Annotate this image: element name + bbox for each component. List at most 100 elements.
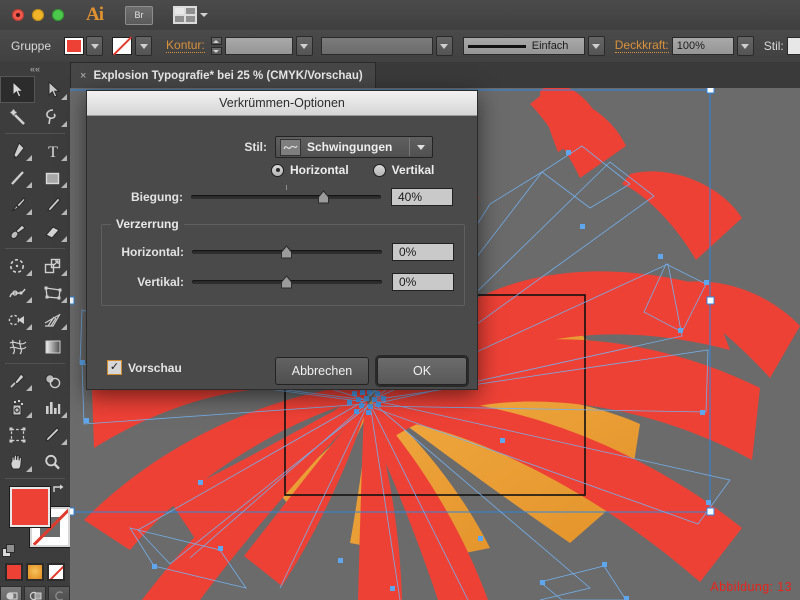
tools-panel-gripper[interactable]: ««: [0, 62, 70, 76]
preview-label: Vorschau: [128, 361, 182, 375]
scale-tool[interactable]: [35, 252, 70, 279]
distortion-horizontal-field[interactable]: 0%: [392, 243, 454, 261]
cancel-button[interactable]: Abbrechen: [275, 357, 369, 385]
blob-brush-tool[interactable]: [0, 218, 35, 245]
stroke-weight-stepper[interactable]: [211, 37, 222, 55]
mesh-tool[interactable]: [0, 333, 35, 360]
stroke-color-swatch[interactable]: [112, 37, 132, 55]
color-button[interactable]: [5, 563, 23, 581]
gradient-button[interactable]: [26, 563, 44, 581]
selection-tool[interactable]: [0, 76, 35, 103]
pencil-tool[interactable]: [35, 191, 70, 218]
fill-swatch-toolbox[interactable]: [10, 487, 50, 527]
close-icon[interactable]: ×: [80, 70, 86, 82]
lasso-tool[interactable]: [35, 103, 70, 130]
draw-normal-button[interactable]: [0, 586, 22, 600]
window-controls[interactable]: [12, 9, 64, 21]
dialog-title-bar[interactable]: Verkrümmen-Optionen: [87, 91, 477, 116]
draw-behind-button[interactable]: [24, 586, 46, 600]
none-button[interactable]: [47, 563, 65, 581]
stroke-weight-label: Kontur:: [166, 39, 205, 53]
distortion-group: Verzerrung Horizontal: 0% Vertikal:: [101, 224, 465, 306]
fill-color-swatch[interactable]: [65, 38, 83, 54]
selection-type-label: Gruppe: [11, 39, 51, 53]
style-select-value: Schwingungen: [307, 140, 392, 154]
chevron-down-icon: [200, 13, 208, 17]
distortion-horizontal-thumb[interactable]: [280, 245, 293, 259]
distortion-legend: Verzerrung: [111, 217, 184, 231]
orientation-horizontal-label: Horizontal: [290, 163, 349, 177]
distortion-vertical-field[interactable]: 0%: [392, 273, 454, 291]
dialog-body: Stil: Schwingungen Horizontal Vertikal B: [87, 116, 477, 389]
orientation-horizontal-radio[interactable]: [271, 164, 284, 177]
bend-slider-tick: [286, 185, 287, 190]
swap-fill-stroke-icon[interactable]: [52, 483, 66, 497]
brush-definition-dropdown[interactable]: [588, 36, 605, 56]
bend-slider-track[interactable]: [191, 195, 381, 199]
brush-definition-field[interactable]: Einfach: [463, 37, 585, 55]
bend-slider[interactable]: [191, 190, 381, 204]
opacity-dropdown[interactable]: [737, 36, 754, 56]
bridge-button[interactable]: Br: [125, 6, 153, 25]
arrange-documents-button[interactable]: [173, 6, 208, 24]
control-options-bar: Gruppe Kontur: Einfach Deckkraft:: [0, 30, 800, 63]
width-tool[interactable]: [0, 279, 35, 306]
artboard-tool[interactable]: [0, 421, 35, 448]
perspective-grid-tool[interactable]: [35, 306, 70, 333]
style-label: Stil:: [87, 140, 275, 154]
stroke-swatch-dropdown[interactable]: [135, 36, 152, 56]
orientation-vertical-label: Vertikal: [392, 163, 435, 177]
application-title-bar: Ai Br: [0, 0, 800, 31]
bend-slider-thumb[interactable]: [317, 190, 330, 204]
graphic-style-swatch[interactable]: [787, 37, 800, 55]
brush-stroke-preview: [468, 45, 526, 48]
direct-selection-tool[interactable]: [35, 76, 70, 103]
tool-group-draw: T: [0, 137, 70, 245]
opacity-label: Deckkraft:: [615, 39, 669, 53]
hand-tool[interactable]: [0, 448, 35, 475]
chevron-down-icon[interactable]: [409, 138, 432, 156]
rotate-tool[interactable]: [0, 252, 35, 279]
orientation-vertical-radio[interactable]: [373, 164, 386, 177]
gradient-tool[interactable]: [35, 333, 70, 360]
preview-checkbox[interactable]: ✓: [107, 360, 122, 375]
slice-tool[interactable]: [35, 421, 70, 448]
stroke-profile-field[interactable]: [321, 37, 433, 55]
pen-tool[interactable]: [0, 137, 35, 164]
rectangle-tool[interactable]: [35, 164, 70, 191]
ok-button[interactable]: OK: [377, 357, 467, 385]
draw-inside-button[interactable]: [48, 586, 70, 600]
document-tab[interactable]: × Explosion Typografie* bei 25 % (CMYK/V…: [70, 62, 376, 88]
free-transform-tool[interactable]: [35, 279, 70, 306]
bend-label: Biegung:: [87, 190, 191, 204]
line-segment-tool[interactable]: [0, 164, 35, 191]
distortion-horizontal-slider[interactable]: [192, 245, 382, 259]
zoom-window-icon[interactable]: [52, 9, 64, 21]
stroke-weight-dropdown[interactable]: [296, 36, 313, 56]
distortion-horizontal-label: Horizontal:: [88, 245, 192, 259]
brush-definition-label: Einfach: [532, 40, 569, 52]
symbol-sprayer-tool[interactable]: [0, 394, 35, 421]
opacity-field[interactable]: 100%: [672, 37, 734, 55]
style-select[interactable]: Schwingungen: [275, 136, 433, 158]
blend-tool[interactable]: [35, 367, 70, 394]
eyedropper-tool[interactable]: [0, 367, 35, 394]
document-tab-bar: × Explosion Typografie* bei 25 % (CMYK/V…: [70, 62, 800, 89]
zoom-tool[interactable]: [35, 448, 70, 475]
close-window-icon[interactable]: [12, 9, 24, 21]
eraser-tool[interactable]: [35, 218, 70, 245]
shape-builder-tool[interactable]: [0, 306, 35, 333]
fill-swatch-dropdown[interactable]: [86, 36, 103, 56]
stroke-weight-field[interactable]: [225, 37, 293, 55]
paintbrush-tool[interactable]: [0, 191, 35, 218]
default-fill-stroke-icon[interactable]: [2, 544, 17, 559]
magic-wand-tool[interactable]: [0, 103, 35, 130]
distortion-vertical-thumb[interactable]: [280, 275, 293, 289]
minimize-window-icon[interactable]: [32, 9, 44, 21]
column-graph-tool[interactable]: [35, 394, 70, 421]
bend-value-field[interactable]: 40%: [391, 188, 453, 206]
type-tool[interactable]: T: [35, 137, 70, 164]
dialog-title: Verkrümmen-Optionen: [219, 96, 345, 110]
stroke-profile-dropdown[interactable]: [436, 36, 453, 56]
distortion-vertical-slider[interactable]: [192, 275, 382, 289]
